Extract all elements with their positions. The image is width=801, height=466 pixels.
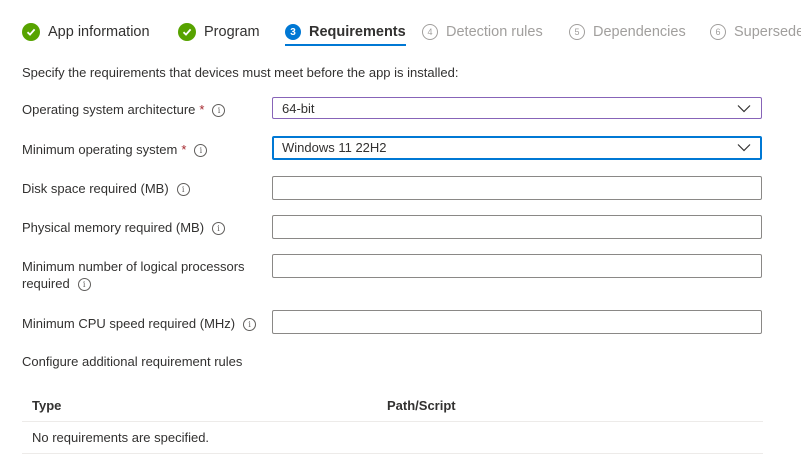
- step-number-badge: 5: [569, 24, 585, 40]
- step-app-information[interactable]: App information: [22, 20, 150, 44]
- os-architecture-label: Operating system architecture * i: [22, 101, 226, 118]
- info-icon[interactable]: i: [212, 104, 226, 118]
- step-label: Dependencies: [593, 24, 686, 40]
- additional-rules-heading: Configure additional requirement rules: [22, 354, 243, 369]
- step-number-badge: 3: [285, 24, 301, 40]
- wizard-steps: App information Program 3 Requirements 4…: [0, 0, 801, 50]
- checkmark-icon: [178, 23, 196, 41]
- disk-space-input[interactable]: [272, 176, 762, 200]
- logical-processors-input[interactable]: [272, 254, 762, 278]
- requirement-rules-table: Type Path/Script No requirements are spe…: [22, 390, 763, 454]
- info-icon[interactable]: i: [194, 144, 208, 158]
- step-detection-rules: 4 Detection rules: [422, 20, 543, 44]
- intro-text: Specify the requirements that devices mu…: [22, 65, 459, 80]
- required-asterisk: *: [199, 102, 205, 117]
- os-architecture-dropdown[interactable]: 64-bit: [272, 97, 762, 119]
- min-os-dropdown[interactable]: Windows 11 22H2: [272, 136, 762, 160]
- step-label: Detection rules: [446, 24, 543, 40]
- step-supersede: 6 Supersede: [710, 20, 801, 44]
- step-number-badge: 4: [422, 24, 438, 40]
- min-os-label: Minimum operating system * i: [22, 141, 208, 158]
- logical-processors-label: Minimum number of logical processors req…: [22, 259, 245, 292]
- chevron-down-icon: [737, 144, 751, 152]
- column-header-path-script[interactable]: Path/Script: [387, 398, 456, 413]
- step-label: Supersede: [734, 24, 801, 40]
- step-requirements[interactable]: 3 Requirements: [285, 20, 406, 46]
- step-label: App information: [48, 24, 150, 40]
- physical-memory-input[interactable]: [272, 215, 762, 239]
- info-icon[interactable]: i: [176, 183, 190, 197]
- info-icon[interactable]: i: [243, 318, 257, 332]
- step-number-badge: 6: [710, 24, 726, 40]
- os-architecture-value: 64-bit: [282, 101, 315, 116]
- cpu-speed-label: Minimum CPU speed required (MHz) i: [22, 315, 257, 332]
- cpu-speed-input[interactable]: [272, 310, 762, 334]
- chevron-down-icon: [737, 105, 751, 113]
- step-label: Program: [204, 24, 260, 40]
- physical-memory-label: Physical memory required (MB) i: [22, 219, 226, 236]
- checkmark-icon: [22, 23, 40, 41]
- step-dependencies: 5 Dependencies: [569, 20, 686, 44]
- min-os-value: Windows 11 22H2: [282, 140, 387, 155]
- step-program[interactable]: Program: [178, 20, 260, 44]
- disk-space-label: Disk space required (MB) i: [22, 180, 190, 197]
- required-asterisk: *: [181, 142, 187, 157]
- table-header: Type Path/Script: [22, 390, 763, 422]
- empty-state-text: No requirements are specified.: [32, 430, 210, 445]
- info-icon[interactable]: i: [77, 278, 91, 292]
- table-row: No requirements are specified.: [22, 422, 763, 454]
- info-icon[interactable]: i: [212, 222, 226, 236]
- column-header-type[interactable]: Type: [32, 398, 61, 413]
- step-label: Requirements: [309, 24, 406, 40]
